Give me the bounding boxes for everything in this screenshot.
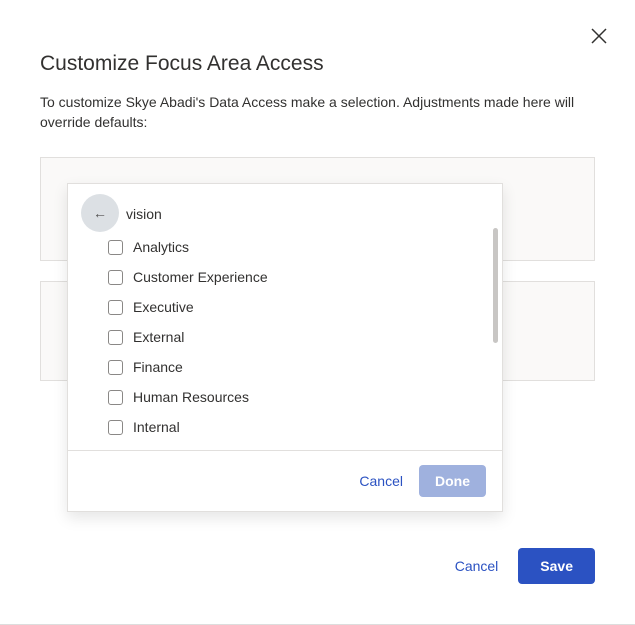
checkbox[interactable] bbox=[108, 420, 123, 435]
dialog-title: Customize Focus Area Access bbox=[40, 52, 595, 76]
dialog-container: Customize Focus Area Access To customize… bbox=[0, 0, 635, 625]
popover-section-label: vision bbox=[126, 206, 486, 222]
popover-cancel-button[interactable]: Cancel bbox=[359, 473, 403, 489]
option-row[interactable]: Analytics bbox=[108, 232, 486, 262]
option-row[interactable]: Customer Experience bbox=[108, 262, 486, 292]
checkbox[interactable] bbox=[108, 270, 123, 285]
option-row[interactable]: Internal bbox=[108, 412, 486, 442]
checkbox[interactable] bbox=[108, 240, 123, 255]
dialog-footer: Cancel Save bbox=[455, 548, 595, 584]
popover-done-button[interactable]: Done bbox=[419, 465, 486, 497]
popover-body: Analytics Customer Experience Executive … bbox=[68, 228, 502, 450]
checkbox[interactable] bbox=[108, 360, 123, 375]
option-row[interactable]: Executive bbox=[108, 292, 486, 322]
division-popover: ← vision Analytics Customer Experience E… bbox=[67, 183, 503, 512]
option-label: Internal bbox=[133, 419, 180, 435]
cancel-button[interactable]: Cancel bbox=[455, 558, 499, 574]
option-label: Customer Experience bbox=[133, 269, 268, 285]
back-arrow-icon: ← bbox=[93, 205, 107, 221]
popover-header: ← vision bbox=[68, 184, 502, 228]
close-button[interactable] bbox=[591, 28, 607, 44]
option-row[interactable]: Finance bbox=[108, 352, 486, 382]
checkbox[interactable] bbox=[108, 330, 123, 345]
close-icon bbox=[591, 28, 607, 44]
popover-footer: Cancel Done bbox=[68, 450, 502, 511]
option-label: External bbox=[133, 329, 184, 345]
checkbox[interactable] bbox=[108, 390, 123, 405]
option-row[interactable]: Human Resources bbox=[108, 382, 486, 412]
option-row[interactable]: External bbox=[108, 322, 486, 352]
save-button[interactable]: Save bbox=[518, 548, 595, 584]
dialog-description: To customize Skye Abadi's Data Access ma… bbox=[40, 92, 595, 133]
option-label: Human Resources bbox=[133, 389, 249, 405]
checkbox[interactable] bbox=[108, 300, 123, 315]
option-label: Executive bbox=[133, 299, 194, 315]
option-label: Finance bbox=[133, 359, 183, 375]
option-label: Analytics bbox=[133, 239, 189, 255]
scrollbar[interactable] bbox=[493, 228, 498, 343]
back-button[interactable]: ← bbox=[81, 194, 119, 232]
